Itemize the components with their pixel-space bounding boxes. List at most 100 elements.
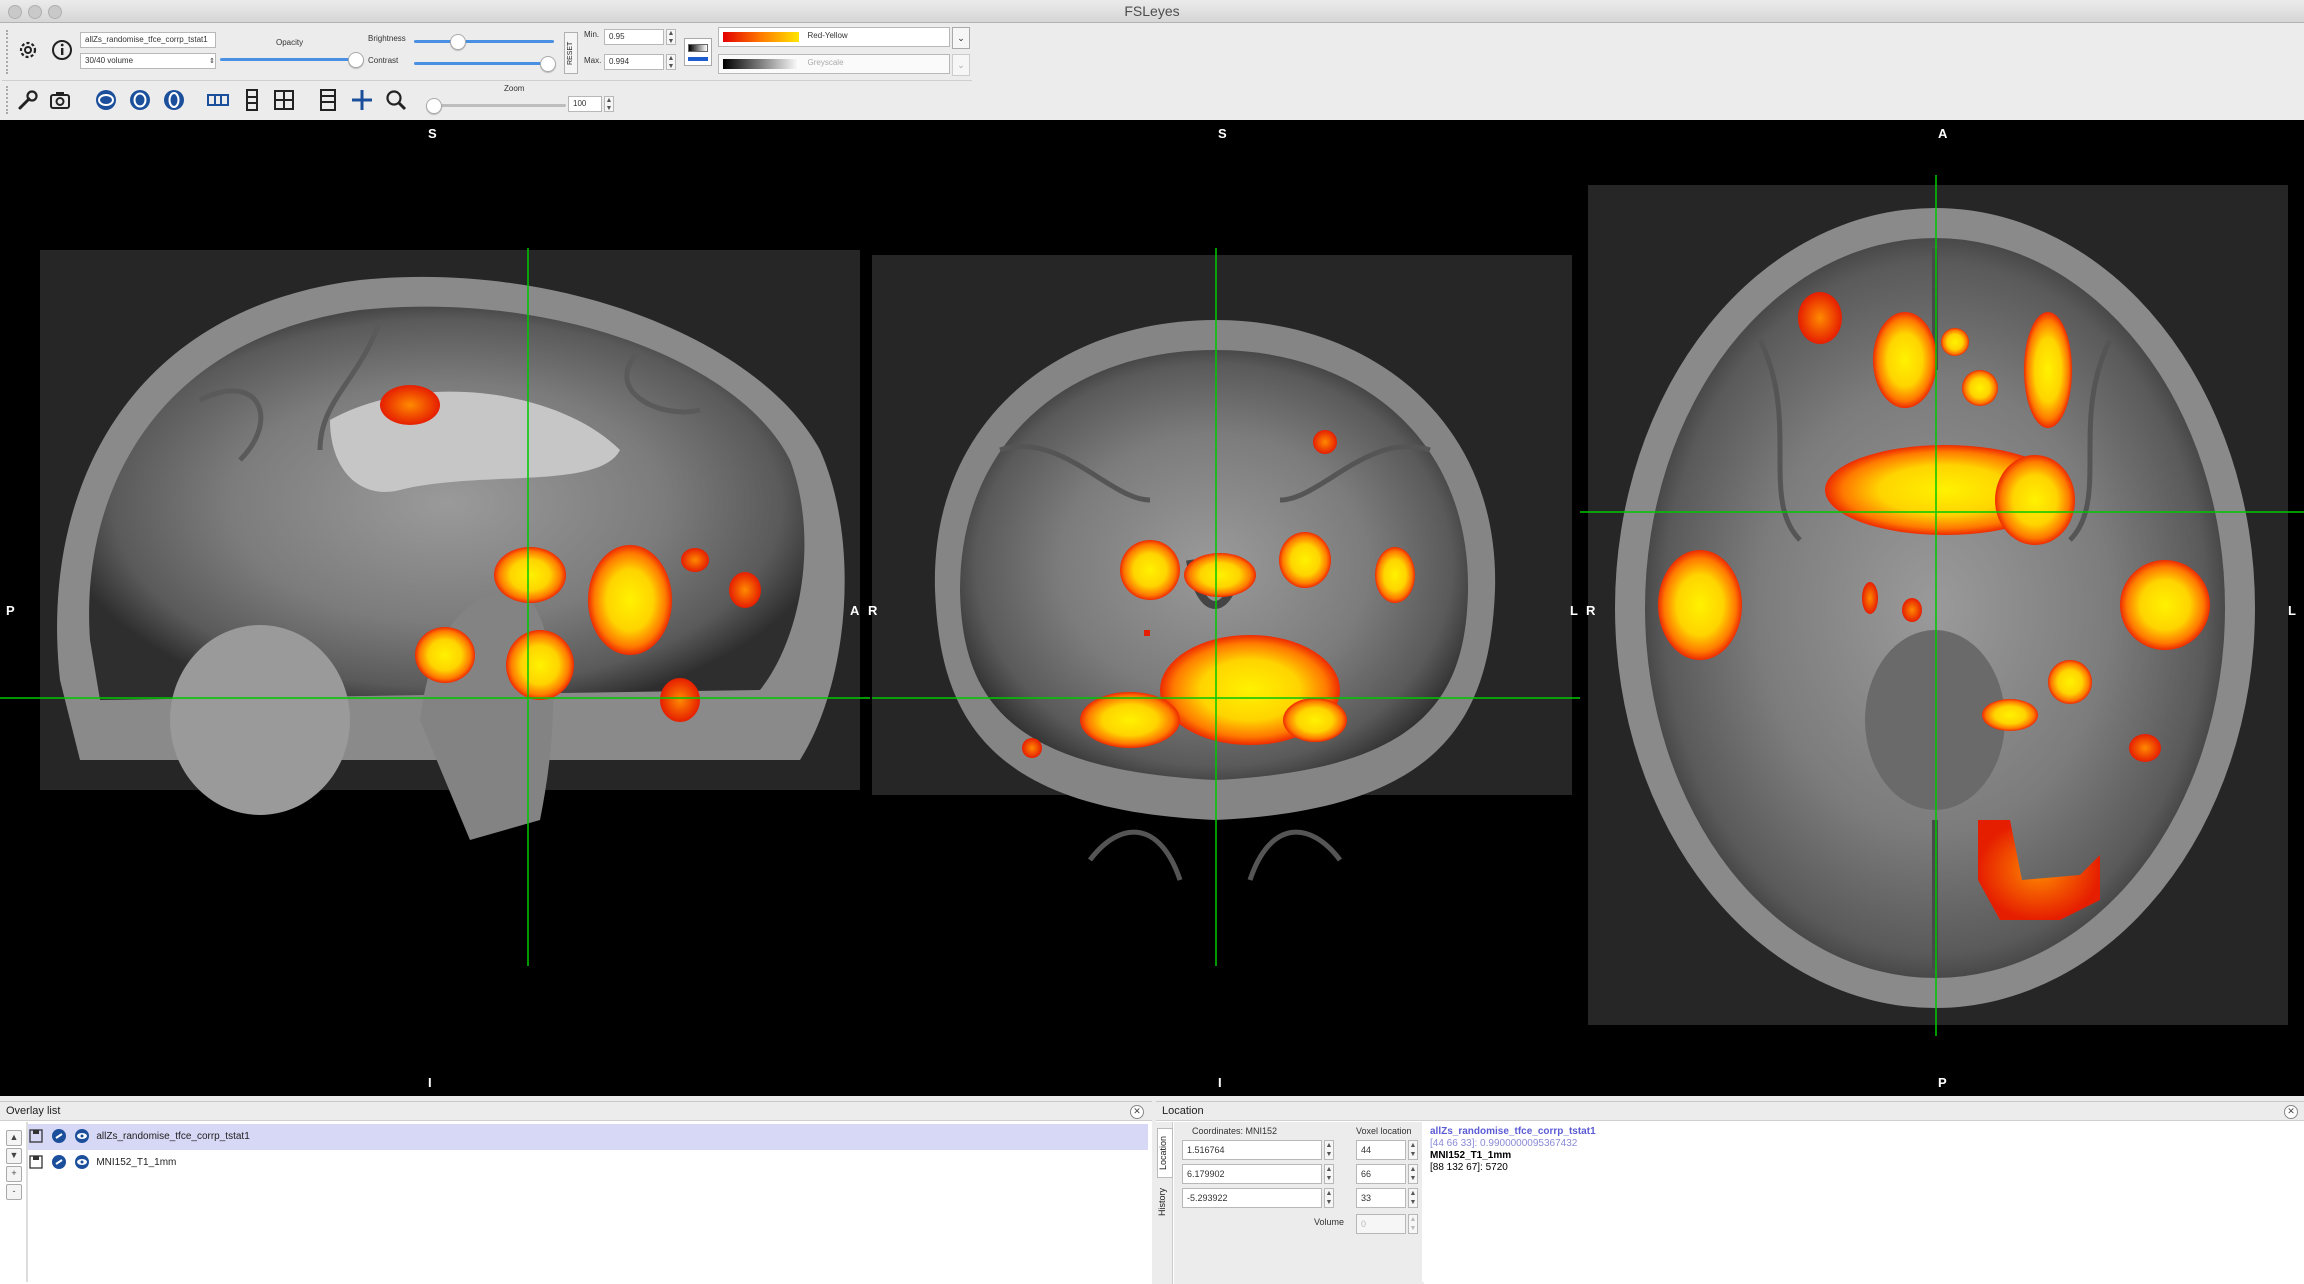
axial-view[interactable] [1580,175,2304,1036]
activation-blob [1375,547,1415,603]
close-location-panel-icon[interactable]: ✕ [2284,1105,2298,1119]
axial-bottom-label: P [1938,1075,1947,1090]
ortho-canvas[interactable]: S I P A S I R L A P R L [0,120,2304,1096]
add-overlay-button[interactable]: + [6,1166,22,1182]
info-base-name: MNI152_T1_1mm [1430,1150,1512,1161]
activation-blob [660,678,700,722]
location-tab[interactable]: Location [1157,1128,1173,1178]
activation-blob [2048,660,2092,704]
info-icon[interactable] [48,36,76,64]
secondary-colormap-select[interactable]: Greyscale [718,54,950,74]
toolbar-grip[interactable] [6,86,12,114]
overlay-item[interactable]: MNI152_T1_1mm [28,1150,1148,1176]
max-field[interactable]: 0.994 [604,54,664,70]
voxel-y-spinner[interactable]: ▲ ▼ [1408,1164,1418,1184]
red-yellow-swatch [723,32,799,42]
visibility-eye-icon[interactable] [74,1128,90,1144]
coronal-right-label: L [1570,603,1578,618]
opacity-slider-knob[interactable] [348,52,364,68]
voxel-y-field[interactable]: 66 [1356,1164,1406,1184]
activation-blob [1283,698,1347,742]
move-up-button[interactable]: ▲ [6,1130,22,1146]
activation-blob [1313,430,1337,454]
brightness-slider[interactable] [414,34,554,50]
sagittal-right-label: A [850,603,860,618]
reset-button[interactable]: RESET [564,32,578,74]
coord-x-spinner[interactable]: ▲ ▼ [1324,1140,1334,1160]
move-down-button[interactable]: ▼ [6,1148,22,1164]
coord-z-spinner[interactable]: ▲ ▼ [1324,1188,1334,1208]
coronal-bottom-label: I [1218,1075,1222,1090]
sagittal-toggle-icon[interactable] [92,86,120,114]
colormap-toggle-button[interactable] [684,38,712,66]
volume-select[interactable]: 30/40 volume [80,53,216,69]
coronal-toggle-icon[interactable] [126,86,154,114]
settings-gear-icon[interactable] [14,36,42,64]
opacity-slider[interactable] [220,52,364,68]
primary-colormap-dropdown-chevron-icon[interactable]: ⌄ [952,27,970,49]
coord-y-field[interactable]: 6.179902 [1182,1164,1322,1184]
grid-layout-icon[interactable] [270,86,298,114]
info-overlay-value: [44 66 33]: 0.9900000095367432 [1430,1138,1578,1149]
horizontal-layout-icon[interactable] [204,86,232,114]
ortho-canvas-svg[interactable] [0,120,2304,1096]
primary-colormap-select[interactable]: Red-Yellow [718,27,950,47]
coord-x-field[interactable]: 1.516764 [1182,1140,1322,1160]
camera-icon[interactable] [46,86,74,114]
coordinates-label: Coordinates: MNI152 [1192,1126,1278,1136]
brightness-slider-knob[interactable] [450,34,466,50]
activation-blob [1279,532,1331,588]
link-chain-icon[interactable] [51,1128,67,1144]
contrast-slider-knob[interactable] [540,56,556,72]
window-title: FSLeyes [1124,3,1180,19]
min-spinner[interactable]: ▲ ▼ [666,29,676,45]
voxel-z-spinner[interactable]: ▲ ▼ [1408,1188,1418,1208]
coord-z-field[interactable]: -5.293922 [1182,1188,1322,1208]
overlay-list-title: Overlay list [0,1102,1152,1121]
volume-spinner[interactable]: ▲ ▼ [1408,1214,1418,1234]
coronal-view[interactable] [872,248,1580,966]
secondary-colormap-dropdown-chevron-icon[interactable]: ⌄ [952,54,970,76]
vertical-layout-icon[interactable] [238,86,266,114]
zoom-slider-knob[interactable] [426,98,442,114]
voxel-x-spinner[interactable]: ▲ ▼ [1408,1140,1418,1160]
save-disk-icon[interactable] [28,1128,44,1144]
voxel-location-label: Voxel location [1356,1126,1412,1136]
activation-blob [1080,692,1180,748]
coord-y-spinner[interactable]: ▲ ▼ [1324,1164,1334,1184]
zoom-spinner[interactable]: ▲ ▼ [604,96,614,112]
title-bar: FSLeyes [0,0,2304,23]
movie-mode-icon[interactable] [314,86,342,114]
voxel-z-field[interactable]: 33 [1356,1188,1406,1208]
wrench-icon[interactable] [14,86,42,114]
activation-blob [681,548,709,572]
crosshair-toggle-icon[interactable] [348,86,376,114]
overlay-item[interactable]: allZs_randomise_tfce_corrp_tstat1 [28,1124,1148,1150]
remove-overlay-button[interactable]: - [6,1184,22,1200]
save-disk-icon[interactable] [28,1154,44,1170]
activation-blob [1962,370,1998,406]
volume-field[interactable]: 0 [1356,1214,1406,1234]
sagittal-view[interactable] [0,248,870,966]
axial-toggle-icon[interactable] [160,86,188,114]
link-chain-icon[interactable] [51,1154,67,1170]
close-overlay-list-icon[interactable]: ✕ [1130,1105,1144,1119]
activation-blob [1184,553,1256,597]
activation-blob [494,547,566,603]
history-tab[interactable]: History [1157,1180,1171,1224]
activation-blob [506,630,574,700]
min-field[interactable]: 0.95 [604,29,664,45]
voxel-x-field[interactable]: 44 [1356,1140,1406,1160]
zoom-field[interactable]: 100 [568,96,602,112]
max-spinner[interactable]: ▲ ▼ [666,54,676,70]
contrast-slider[interactable] [414,56,556,72]
visibility-eye-icon[interactable] [74,1154,90,1170]
overlay-name-field[interactable]: allZs_randomise_tfce_corrp_tstat1 [80,32,216,48]
activation-blob [1658,550,1742,660]
toolbar-grip[interactable] [6,30,12,74]
coordinate-area: Coordinates: MNI152 Voxel location 1.516… [1174,1122,1424,1284]
zoom-slider[interactable] [426,98,566,114]
coronal-top-label: S [1218,126,1227,141]
zoom-magnifier-icon[interactable] [382,86,410,114]
activation-blob [729,572,761,608]
